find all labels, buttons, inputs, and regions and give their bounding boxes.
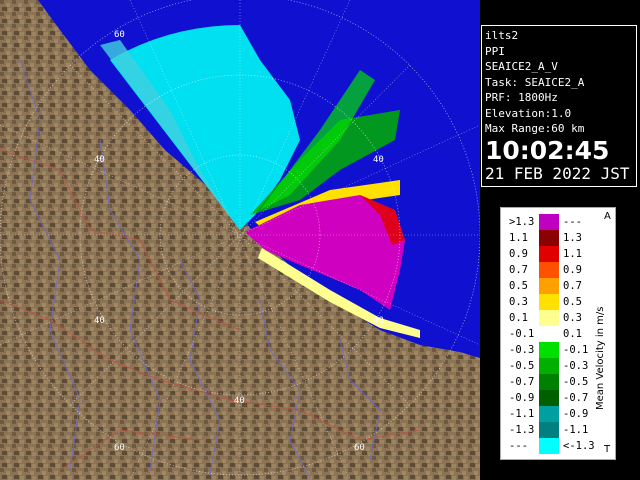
legend-low-value: 0.3 [509, 296, 528, 308]
radar-info-panel: ilts2 PPI SEAICE2_A_V Task: SEAICE2_A PR… [481, 25, 637, 187]
legend-low-value: -1.1 [509, 408, 535, 420]
legend-high-value: 1.1 [563, 248, 582, 260]
radar-ppi-map[interactable]: 60 40 40 40 60 40 40 60 [0, 0, 480, 480]
legend-low-value: 0.1 [509, 312, 528, 324]
legend-row: -0.1 0.1 [501, 326, 601, 342]
legend-row: 0.3 0.5 [501, 294, 601, 310]
range-label: 60 [354, 443, 365, 453]
legend-row: -0.7 -0.5 [501, 374, 601, 390]
elevation-value: Elevation:1.0 [485, 106, 572, 120]
legend-swatch [539, 246, 559, 262]
legend-swatch [539, 310, 559, 326]
prf-value: PRF: 1800Hz [485, 91, 558, 104]
legend-low-value: 1.1 [509, 232, 528, 244]
legend-row: -0.5 -0.3 [501, 358, 601, 374]
legend-row: 0.5 0.7 [501, 278, 601, 294]
legend-high-value: --- [563, 216, 582, 228]
legend-swatch [539, 294, 559, 310]
legend-row: 1.1 1.3 [501, 230, 601, 246]
legend-low-value: 0.9 [509, 248, 528, 260]
max-range-value: Max Range:60 km [485, 122, 585, 135]
legend-swatch [539, 342, 559, 358]
legend-swatch [539, 278, 559, 294]
legend-low-value: -0.3 [509, 344, 535, 356]
range-label: 60 [114, 30, 125, 40]
legend-title: Mean Velocity in m/s [595, 306, 606, 410]
range-label: 40 [94, 316, 105, 326]
legend-swatch [539, 358, 559, 374]
legend-swatch [539, 438, 559, 454]
range-label: 40 [373, 316, 384, 326]
legend-row: --- <-1.3 [501, 438, 601, 454]
legend-corner-top: A [604, 211, 611, 222]
legend-low-value: -1.3 [509, 424, 535, 436]
legend-row: 0.9 1.1 [501, 246, 601, 262]
scan-time: 10:02:45 [485, 135, 610, 165]
legend-low-value: >1.3 [509, 216, 535, 228]
range-label: 40 [94, 155, 105, 165]
legend-row: -1.1 -0.9 [501, 406, 601, 422]
legend-swatch [539, 262, 559, 278]
legend-corner-bottom: T [604, 444, 611, 455]
legend-low-value: -0.7 [509, 376, 535, 388]
legend-row: 0.7 0.9 [501, 262, 601, 278]
legend-swatch [539, 326, 559, 342]
legend-swatch [539, 390, 559, 406]
velocity-legend: A >1.3 --- 1.1 1.3 0.9 1.1 0.7 0.9 0.5 0.7 0.3 0.5 0… [500, 207, 616, 460]
legend-row: -0.3 -0.1 [501, 342, 601, 358]
range-label: 40 [234, 396, 245, 406]
legend-high-value: 1.3 [563, 232, 582, 244]
site-name: ilts2 [485, 29, 519, 42]
legend-low-value: -0.5 [509, 360, 535, 372]
legend-swatch [539, 214, 559, 230]
legend-low-value: --- [509, 440, 528, 452]
range-label: 60 [114, 443, 125, 453]
legend-low-value: 0.5 [509, 280, 528, 292]
range-label: 40 [373, 155, 384, 165]
legend-row: 0.1 0.3 [501, 310, 601, 326]
legend-swatch [539, 422, 559, 438]
legend-low-value: -0.9 [509, 392, 535, 404]
legend-low-value: 0.7 [509, 264, 528, 276]
legend-row: >1.3 --- [501, 214, 601, 230]
legend-swatch [539, 374, 559, 390]
task-name: Task: SEAICE2_A [485, 75, 585, 89]
product-type: PPI [485, 44, 505, 58]
legend-row: -1.3 -1.1 [501, 422, 601, 438]
scan-date: 21 FEB 2022 JST [485, 163, 630, 183]
legend-swatch [539, 230, 559, 246]
legend-swatch [539, 406, 559, 422]
volume-name: SEAICE2_A_V [485, 60, 558, 73]
legend-row: -0.9 -0.7 [501, 390, 601, 406]
legend-low-value: -0.1 [509, 328, 535, 340]
